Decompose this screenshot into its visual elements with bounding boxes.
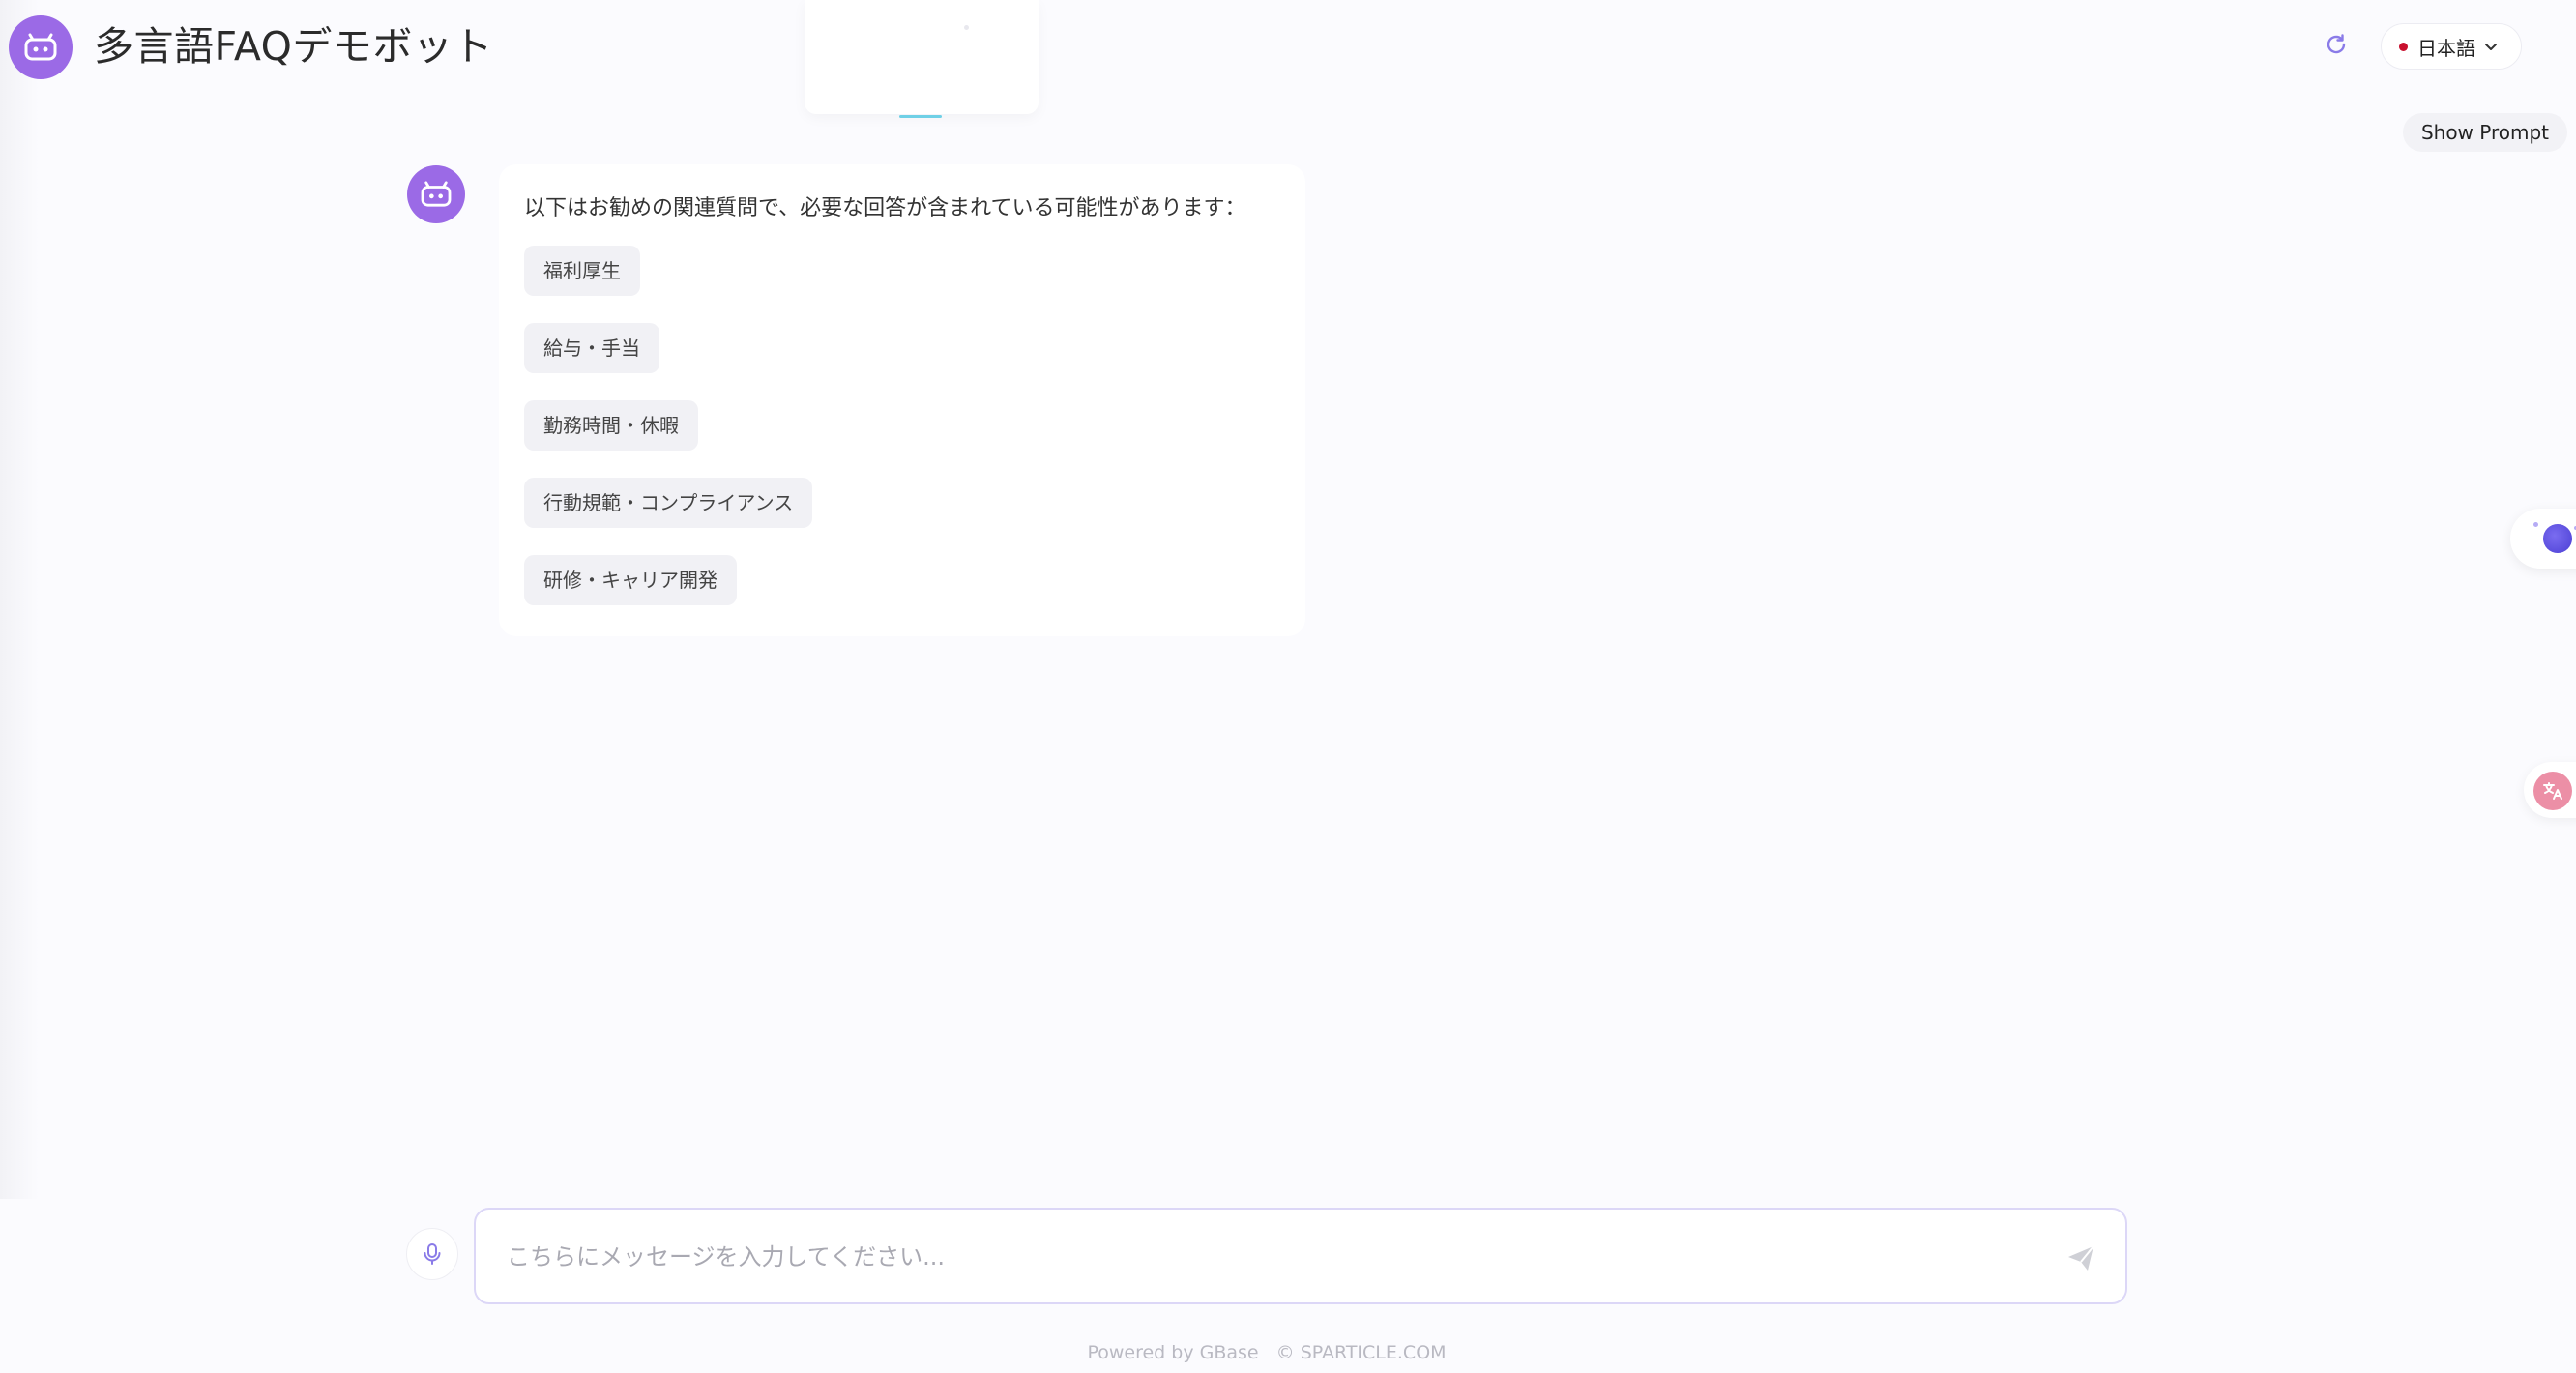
message-input-box — [474, 1208, 2127, 1304]
copyright-text: © SPARTICLE.COM — [1275, 1342, 1447, 1363]
send-icon — [2068, 1245, 2094, 1271]
powered-by-text: Powered by GBase — [1087, 1342, 1259, 1363]
floating-voice-widget[interactable] — [2510, 509, 2576, 569]
japan-flag-icon — [2399, 42, 2408, 51]
suggestion-list: 福利厚生 給与・手当 勤務時間・休暇 行動規範・コンプライアンス 研修・キャリア… — [524, 246, 1280, 632]
suggestion-chip[interactable]: 福利厚生 — [524, 246, 640, 296]
voice-input-button[interactable] — [406, 1228, 458, 1280]
send-button[interactable] — [2062, 1239, 2100, 1277]
show-prompt-button[interactable]: Show Prompt — [2403, 113, 2567, 152]
suggestion-chip[interactable]: 研修・キャリア開発 — [524, 555, 737, 605]
language-select[interactable]: 日本語 — [2381, 23, 2522, 70]
refresh-icon — [2327, 34, 2346, 54]
footer: Powered by GBase © SPARTICLE.COM — [0, 1342, 2533, 1363]
microphone-icon — [424, 1243, 441, 1265]
floating-translate-widget[interactable] — [2524, 762, 2576, 818]
chevron-down-icon — [2485, 44, 2497, 50]
popup-dot — [964, 25, 969, 30]
suggestion-chip[interactable]: 勤務時間・休暇 — [524, 400, 698, 451]
message-input[interactable] — [505, 1229, 2017, 1285]
voice-assistant-icon — [2543, 524, 2572, 553]
refresh-button[interactable] — [2321, 29, 2352, 60]
sparkle-dot — [2533, 522, 2538, 527]
bot-avatar — [407, 165, 465, 223]
robot-icon — [421, 181, 452, 207]
language-label: 日本語 — [2417, 36, 2475, 60]
top-popup-panel — [805, 0, 1039, 118]
translate-icon — [2533, 772, 2572, 810]
brand-avatar — [9, 15, 73, 79]
page-title: 多言語FAQデモボット — [94, 23, 493, 70]
popup-accent-line — [899, 115, 942, 118]
left-edge-shade — [0, 0, 39, 1199]
robot-icon — [24, 33, 57, 61]
suggestion-chip[interactable]: 給与・手当 — [524, 323, 659, 373]
bot-message-bubble: 以下はお勧めの関連質問で、必要な回答が含まれている可能性があります： 福利厚生 … — [499, 164, 1305, 636]
message-intro: 以下はお勧めの関連質問で、必要な回答が含まれている可能性があります： — [524, 196, 1246, 220]
suggestion-chip[interactable]: 行動規範・コンプライアンス — [524, 478, 813, 528]
